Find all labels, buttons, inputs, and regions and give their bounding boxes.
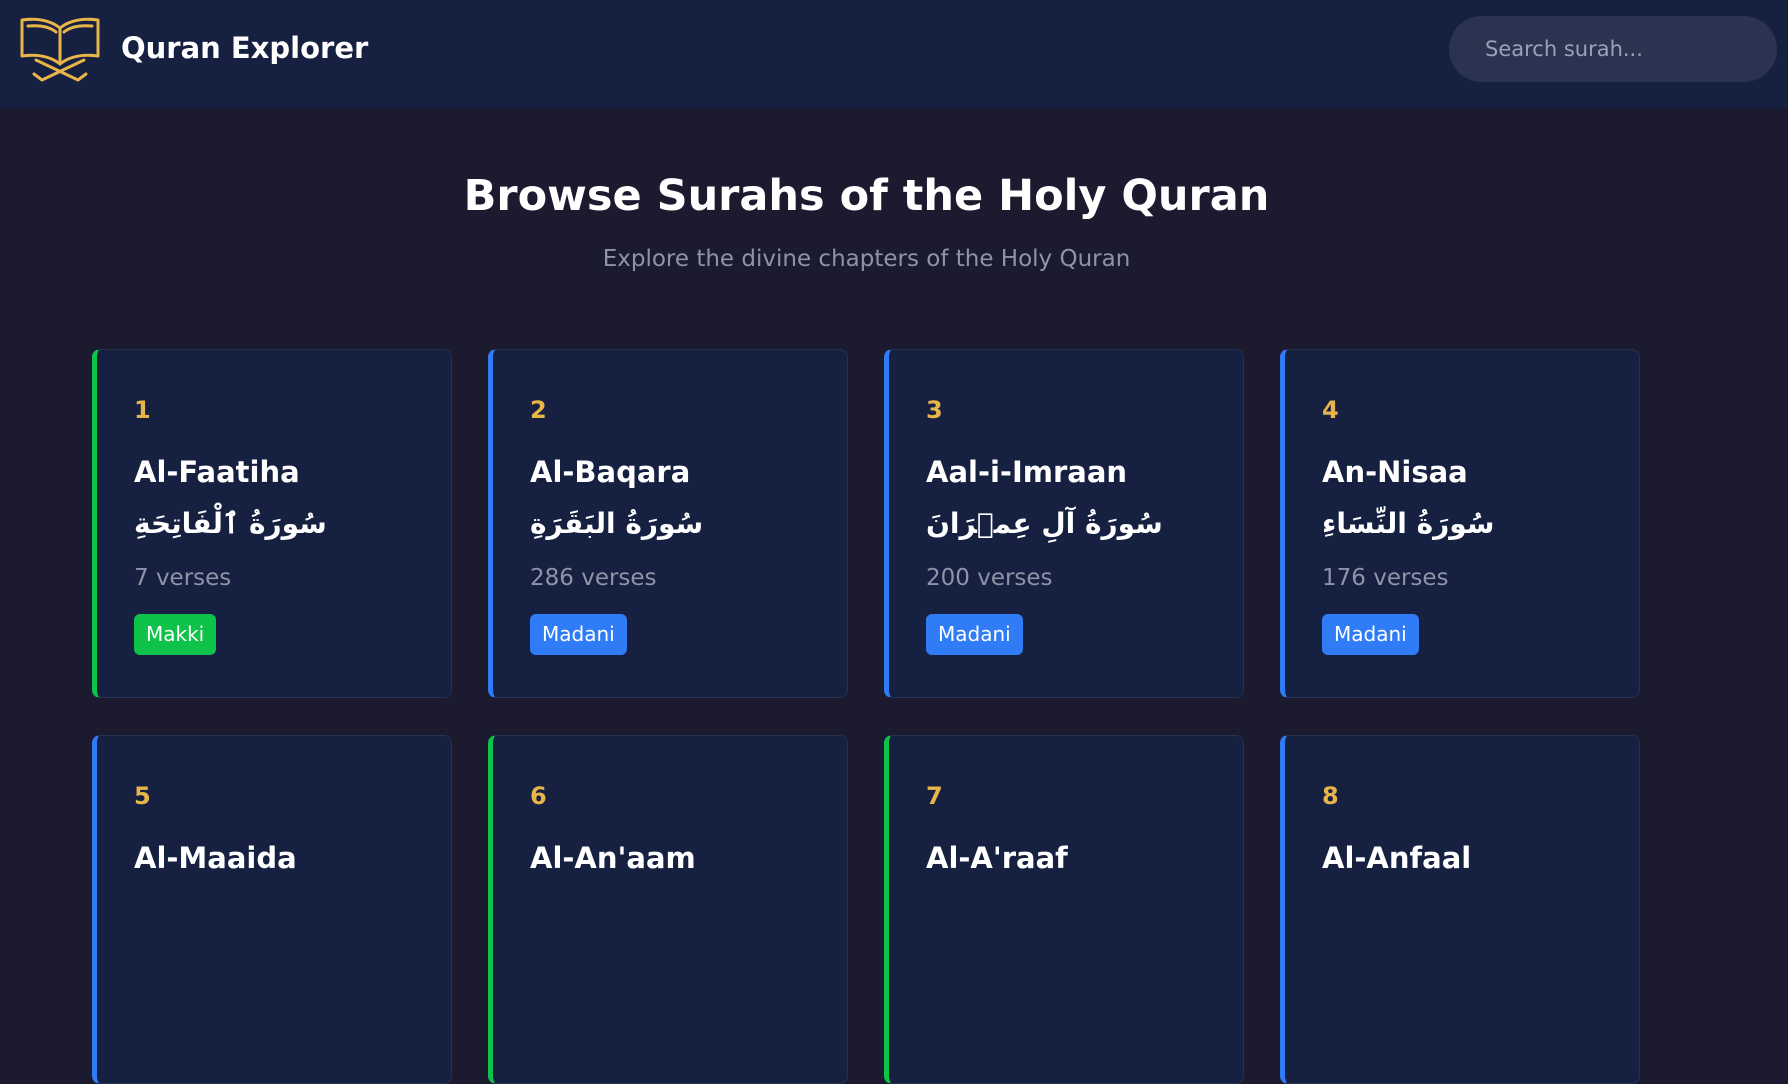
surah-number: 4	[1322, 396, 1339, 424]
surah-name: An-Nisaa	[1322, 455, 1468, 489]
search-input[interactable]	[1449, 16, 1777, 82]
app-title[interactable]: Quran Explorer	[121, 28, 368, 68]
surah-number: 8	[1322, 782, 1339, 810]
open-quran-on-stand-icon[interactable]	[16, 14, 104, 86]
surah-name: Al-Faatiha	[134, 455, 300, 489]
revelation-type-badge: Madani	[1322, 614, 1419, 655]
verse-count: 286 verses	[530, 565, 657, 591]
revelation-type-badge: Madani	[530, 614, 627, 655]
page-subtitle: Explore the divine chapters of the Holy …	[602, 246, 1131, 272]
revelation-type-badge: Makki	[134, 614, 217, 655]
page-title: Browse Surahs of the Holy Quran	[463, 171, 1270, 221]
surah-card[interactable]: 7 Al-A'raaf	[884, 735, 1244, 1084]
surah-card[interactable]: 2 Al-Baqara سُورَةُ البَقَرَةِ 286 verse…	[488, 349, 848, 698]
surah-number: 1	[134, 396, 151, 424]
surah-arabic-name: سُورَةُ ٱلْفَاتِحَةِ	[134, 507, 327, 540]
surah-name: Al-Anfaal	[1322, 841, 1472, 875]
surah-name: Al-Baqara	[530, 455, 691, 489]
surah-card[interactable]: 8 Al-Anfaal	[1280, 735, 1640, 1084]
top-navbar: Quran Explorer	[0, 0, 1788, 108]
surah-card[interactable]: 5 Al-Maaida	[92, 735, 452, 1084]
verse-count: 7 verses	[134, 565, 232, 591]
surah-arabic-name: سُورَةُ البَقَرَةِ	[530, 507, 704, 540]
revelation-type-badge: Madani	[926, 614, 1023, 655]
surah-card[interactable]: 1 Al-Faatiha سُورَةُ ٱلْفَاتِحَةِ 7 vers…	[92, 349, 452, 698]
surah-number: 2	[530, 396, 547, 424]
surah-number: 5	[134, 782, 151, 810]
surah-arabic-name: سُورَةُ النِّسَاءِ	[1322, 507, 1495, 540]
verse-count: 176 verses	[1322, 565, 1449, 591]
surah-name: Aal-i-Imraan	[926, 455, 1128, 489]
surah-card[interactable]: 4 An-Nisaa سُورَةُ النِّسَاءِ 176 verses…	[1280, 349, 1640, 698]
surah-name: Al-A'raaf	[926, 841, 1068, 875]
surah-number: 6	[530, 782, 547, 810]
surah-card[interactable]: 6 Al-An'aam	[488, 735, 848, 1084]
surah-name: Al-An'aam	[530, 841, 696, 875]
verse-count: 200 verses	[926, 565, 1053, 591]
surah-arabic-name: سُورَةُ آلِ عِمۡرَانَ	[926, 507, 1163, 540]
surah-number: 3	[926, 396, 943, 424]
surah-number: 7	[926, 782, 943, 810]
surah-name: Al-Maaida	[134, 841, 297, 875]
surah-card[interactable]: 3 Aal-i-Imraan سُورَةُ آلِ عِمۡرَانَ 200…	[884, 349, 1244, 698]
